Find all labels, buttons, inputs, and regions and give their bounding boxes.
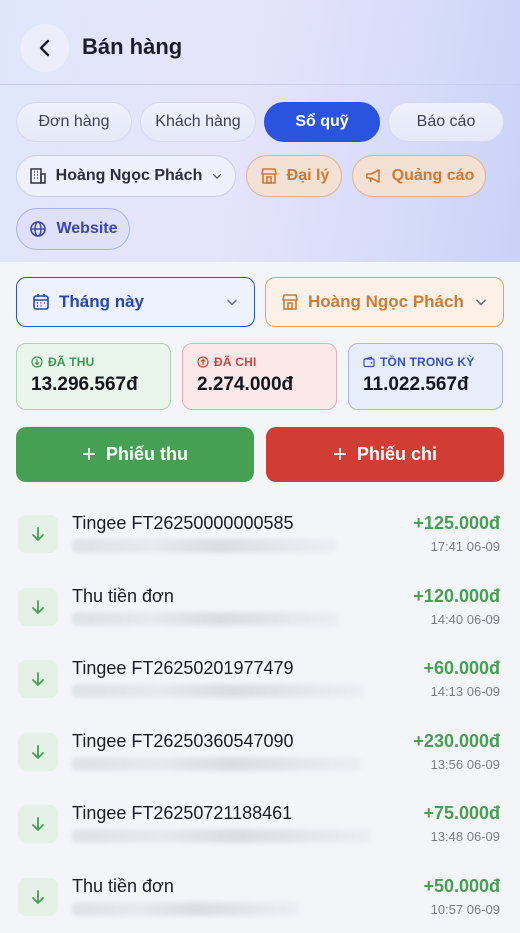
- transaction-amount: +125.000đ: [413, 513, 500, 533]
- add-receipt-label: Phiếu thu: [106, 444, 188, 464]
- ads-chip-label: Quảng cáo: [391, 167, 475, 184]
- transaction-row[interactable]: Thu tiền đơn +120.000đ 14:40 06-09: [0, 570, 520, 643]
- transaction-time: 10:57 06-09: [430, 901, 500, 917]
- chevron-down-icon: [213, 173, 222, 179]
- income-stat-value: 13.296.567đ: [31, 374, 138, 395]
- tab-reports[interactable]: Báo cáo: [388, 102, 504, 142]
- balance-stat-value: 11.022.567đ: [363, 374, 469, 395]
- transaction-title: Tingee FT26250360547090: [72, 730, 294, 751]
- transaction-amount: +230.000đ: [413, 730, 500, 751]
- transaction-subtitle-blurred: [72, 901, 300, 916]
- arrow-down-icon: [18, 515, 58, 553]
- balance-stat-label: TỒN TRONG KỲ: [380, 355, 475, 369]
- transaction-title: Thu tiền đơn: [72, 585, 174, 606]
- transaction-amount: +75.000đ: [423, 803, 500, 823]
- wallet-icon: [363, 356, 375, 368]
- store-selector-chip[interactable]: Hoàng Ngọc Phách: [16, 155, 236, 197]
- arrow-down-icon: [18, 587, 58, 626]
- page-title: Bán hàng: [82, 34, 183, 59]
- transaction-title: Thu tiền đơn: [72, 875, 174, 896]
- agency-chip[interactable]: Đại lý: [246, 155, 342, 197]
- add-receipt-button[interactable]: + Phiếu thu: [16, 427, 254, 482]
- balance-stat-card: TỒN TRONG KỲ 11.022.567đ: [348, 343, 503, 410]
- store-select[interactable]: Hoàng Ngọc Phách: [265, 277, 504, 327]
- arrow-up-circle-icon: [197, 356, 209, 368]
- add-payment-label: Phiếu chi: [357, 444, 438, 464]
- website-chip-label: Website: [56, 220, 118, 237]
- building-icon: [29, 168, 46, 184]
- expense-stat-card: ĐÃ CHI 2.274.000đ: [182, 343, 337, 410]
- transaction-time: 13:48 06-09: [430, 829, 500, 844]
- arrow-down-icon: [18, 660, 58, 698]
- tab-cashbook[interactable]: Sổ quỹ: [264, 102, 380, 142]
- income-stat-label: ĐÃ THU: [48, 355, 95, 369]
- income-stat-header: ĐÃ THU: [31, 355, 156, 369]
- transaction-row[interactable]: Thu tiền đơn +50.000đ 10:57 06-09: [0, 860, 520, 933]
- transaction-title: Tingee FT26250201977479: [72, 658, 294, 678]
- ads-chip[interactable]: Quảng cáo: [352, 155, 486, 197]
- calendar-icon: [33, 294, 49, 310]
- chevron-down-icon: [476, 299, 486, 306]
- period-select[interactable]: Tháng này: [16, 277, 255, 327]
- transaction-time: 14:13 06-09: [430, 684, 500, 699]
- back-button[interactable]: [21, 24, 69, 72]
- store-chip-label: Hoàng Ngọc Phách: [55, 167, 203, 184]
- transaction-amount: +120.000đ: [413, 585, 500, 606]
- plus-icon: +: [81, 440, 96, 468]
- transaction-title: Tingee FT26250000000585: [72, 513, 294, 533]
- balance-stat-header: TỒN TRONG KỲ: [363, 355, 488, 369]
- megaphone-icon: [365, 169, 380, 183]
- expense-stat-value: 2.274.000đ: [197, 374, 294, 395]
- website-chip[interactable]: Website: [16, 208, 130, 250]
- tab-customers[interactable]: Khách hàng: [140, 102, 256, 142]
- storefront-icon: [282, 294, 298, 310]
- agency-chip-label: Đại lý: [286, 167, 330, 184]
- arrow-down-circle-icon: [31, 356, 43, 368]
- chevron-down-icon: [227, 299, 237, 306]
- transaction-subtitle-blurred: [72, 756, 362, 771]
- transaction-subtitle-blurred: [72, 684, 364, 698]
- storefront-icon: [260, 168, 277, 184]
- globe-icon: [30, 221, 47, 237]
- chevron-left-icon: [39, 39, 50, 57]
- arrow-down-icon: [18, 732, 58, 771]
- add-payment-button[interactable]: + Phiếu chi: [266, 427, 504, 482]
- transaction-list: Tingee FT26250000000585 +125.000đ 17:41 …: [0, 497, 520, 932]
- header: Bán hàng Đơn hàng Khách hàng Sổ quỹ Báo …: [0, 0, 520, 262]
- transaction-row[interactable]: Tingee FT26250000000585 +125.000đ 17:41 …: [0, 497, 520, 570]
- plus-icon: +: [332, 440, 347, 468]
- transaction-amount: +60.000đ: [423, 658, 500, 678]
- income-stat-card: ĐÃ THU 13.296.567đ: [16, 343, 171, 410]
- arrow-down-icon: [18, 877, 58, 916]
- transaction-subtitle-blurred: [72, 611, 340, 626]
- transaction-time: 17:41 06-09: [430, 539, 500, 554]
- header-divider: [0, 84, 520, 85]
- transaction-time: 14:40 06-09: [430, 611, 500, 627]
- expense-stat-label: ĐÃ CHI: [214, 355, 257, 369]
- tab-orders[interactable]: Đơn hàng: [16, 102, 132, 142]
- transaction-subtitle-blurred: [72, 539, 337, 553]
- transaction-row[interactable]: Tingee FT26250360547090 +230.000đ 13:56 …: [0, 715, 520, 788]
- transaction-title: Tingee FT26250721188461: [72, 803, 293, 823]
- transaction-amount: +50.000đ: [423, 875, 500, 896]
- arrow-down-icon: [18, 805, 58, 843]
- period-select-value: Tháng này: [59, 292, 145, 311]
- transaction-subtitle-blurred: [72, 829, 372, 843]
- expense-stat-header: ĐÃ CHI: [197, 355, 322, 369]
- transaction-row[interactable]: Tingee FT26250721188461 +75.000đ 13:48 0…: [0, 787, 520, 860]
- store-select-value: Hoàng Ngọc Phách: [308, 292, 464, 311]
- transaction-time: 13:56 06-09: [430, 756, 500, 772]
- transaction-row[interactable]: Tingee FT26250201977479 +60.000đ 14:13 0…: [0, 642, 520, 715]
